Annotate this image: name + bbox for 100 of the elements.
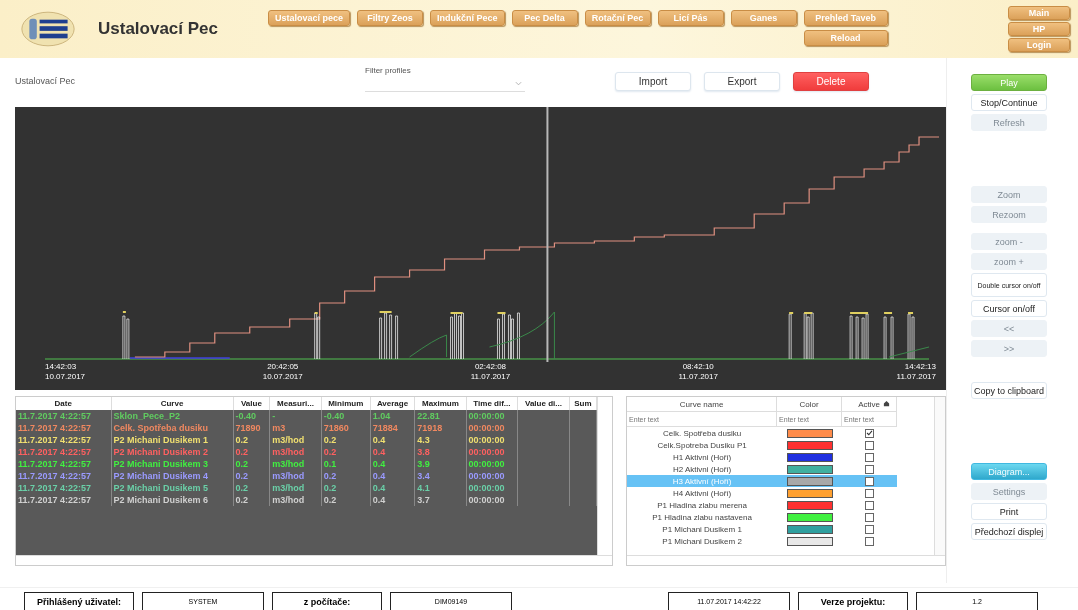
column-header[interactable]: Value (233, 397, 270, 410)
table-cell: 00:00:00 (466, 410, 518, 422)
table-cell: 0.2 (233, 470, 270, 482)
table-cell: 11.7.2017 4:22:57 (16, 482, 112, 494)
axis-time-label: 02:42:08 (474, 362, 507, 372)
user-label: Přihlášený uživatel: (24, 592, 134, 610)
axis-time-label: 08:42:10 (682, 362, 714, 372)
table-cell: 0.4 (370, 494, 415, 506)
curve-name: H3 Aktivní (Hoří) (671, 476, 733, 486)
table-cell: 11.7.2017 4:22:57 (16, 434, 112, 446)
computer-label: z počítače: (272, 592, 382, 610)
table-cell: P2 Michani Dusikem 6 (111, 494, 233, 506)
table-cell: 11.7.2017 4:22:57 (16, 422, 112, 434)
table-cell: 71860 (321, 422, 371, 434)
active-checkbox[interactable] (865, 488, 875, 498)
logo-drawing (20, 9, 76, 49)
curve-name: H1 Aktivni (Hoří) (671, 452, 733, 462)
table-cell: 11.7.2017 4:22:57 (16, 446, 112, 458)
table-cell: - (269, 410, 322, 422)
pin-icon[interactable] (883, 400, 891, 407)
side-button[interactable]: Copy to clipboard (971, 382, 1047, 399)
table-cell: -0.40 (233, 410, 270, 422)
table-cell: 11.7.2017 4:22:57 (16, 458, 112, 470)
table-cell: P2 Michani Dusikem 2 (111, 446, 233, 458)
axis-time-label: 20:42:05 (267, 362, 299, 372)
table-cell: 4.3 (414, 434, 467, 446)
table-cell: 3.8 (414, 446, 467, 458)
curve-name: H4 Aktivni (Hoří) (671, 488, 733, 498)
side-button[interactable]: Print (971, 503, 1047, 520)
curve-name: P1 Hladina zlabu merena (656, 500, 748, 510)
table-cell: 1.04 (370, 410, 415, 422)
active-checkbox[interactable] (865, 500, 875, 510)
column-header[interactable]: Curve (111, 397, 233, 410)
axis-time-label: 14:42:13 (904, 362, 936, 372)
axis-date-label: 11.07.2017 (896, 372, 936, 382)
table-cell: 71890 (233, 422, 270, 434)
column-header[interactable]: Average (370, 397, 415, 410)
table-cell: 71884 (370, 422, 415, 434)
table-cell: 3.4 (414, 470, 467, 482)
table-cell: 00:00:00 (466, 434, 518, 446)
column-header[interactable]: Maximum (414, 397, 467, 410)
active-checkbox[interactable] (865, 464, 875, 474)
side-button[interactable]: Cursor on/off (971, 300, 1047, 317)
table-cell: 0.2 (321, 470, 371, 482)
column-header[interactable]: Measuri... (269, 397, 322, 410)
table-cell: 00:00:00 (466, 494, 518, 506)
table-cell: 0.2 (233, 446, 270, 458)
table-cell: -0.40 (321, 410, 371, 422)
scrollbar[interactable] (934, 397, 945, 555)
table-cell: 00:00:00 (466, 458, 518, 470)
curve-name: P1 Michani Dusikem 2 (661, 536, 743, 546)
axis-date-label: 11.07.2017 (678, 372, 718, 382)
table-cell: 0.4 (370, 458, 415, 470)
active-checkbox[interactable] (865, 476, 875, 486)
column-header[interactable]: Minimum (321, 397, 371, 410)
table-cell: 71918 (414, 422, 467, 434)
table-cell: 4.1 (414, 482, 467, 494)
toolbar-button[interactable]: Import (615, 72, 691, 91)
column-header[interactable]: Active (858, 399, 880, 409)
table-cell: 0.2 (233, 482, 270, 494)
column-header[interactable]: Value di... (517, 397, 570, 410)
table-cell: 00:00:00 (466, 482, 518, 494)
column-header[interactable]: Curve name (627, 397, 778, 412)
side-button[interactable]: Stop/Continue (971, 94, 1047, 111)
active-checkbox[interactable] (865, 440, 875, 450)
table-cell: P2 Michani Dusikem 5 (111, 482, 233, 494)
table-cell: 00:00:00 (466, 470, 518, 482)
axis-time-label: 14:42:03 (45, 362, 77, 372)
active-checkbox[interactable] (865, 452, 875, 462)
active-checkbox[interactable] (865, 536, 875, 546)
active-checkbox[interactable] (865, 428, 875, 438)
table-cell: 11.7.2017 4:22:57 (16, 410, 112, 422)
table-cell: 0.2 (321, 494, 371, 506)
axis-date-label: 11.07.2017 (470, 372, 511, 382)
caret-icon (515, 80, 522, 86)
toolbar-button[interactable]: Export (704, 72, 780, 91)
table-cell: m3/hod (269, 446, 322, 458)
table-cell: P2 Michani Dusikem 3 (111, 458, 233, 470)
curve-name: Celk. Spotřeba dusiku (661, 428, 743, 438)
active-checkbox[interactable] (865, 512, 875, 522)
scrollbar[interactable] (597, 397, 613, 555)
section-label: Ustalovací Pec (15, 76, 77, 86)
column-header[interactable]: Color (777, 397, 843, 412)
table-cell: 00:00:00 (466, 422, 518, 434)
active-checkbox[interactable] (865, 524, 875, 534)
column-header[interactable]: Time dif... (466, 397, 518, 410)
curve-name: P1 Hladina zlabu nastavena (651, 512, 753, 522)
table-cell: 0.4 (370, 470, 415, 482)
curve-name: H2 Aktivni (Hoří) (671, 464, 733, 474)
axis-date-label: 10.07.2017 (262, 372, 303, 382)
column-header[interactable]: Sum (569, 397, 597, 410)
table-cell: P2 Michani Dusikem 4 (111, 470, 233, 482)
table-cell: 0.2 (233, 434, 270, 446)
column-header[interactable]: Date (16, 397, 112, 410)
table-cell: 00:00:00 (466, 446, 518, 458)
table-cell: 3.9 (414, 458, 467, 470)
table-cell: Sklon_Pece_P2 (111, 410, 233, 422)
table-cell: 22.81 (414, 410, 467, 422)
side-button[interactable]: Předchozí displej (971, 523, 1047, 540)
table-cell: m3/hod (269, 470, 322, 482)
